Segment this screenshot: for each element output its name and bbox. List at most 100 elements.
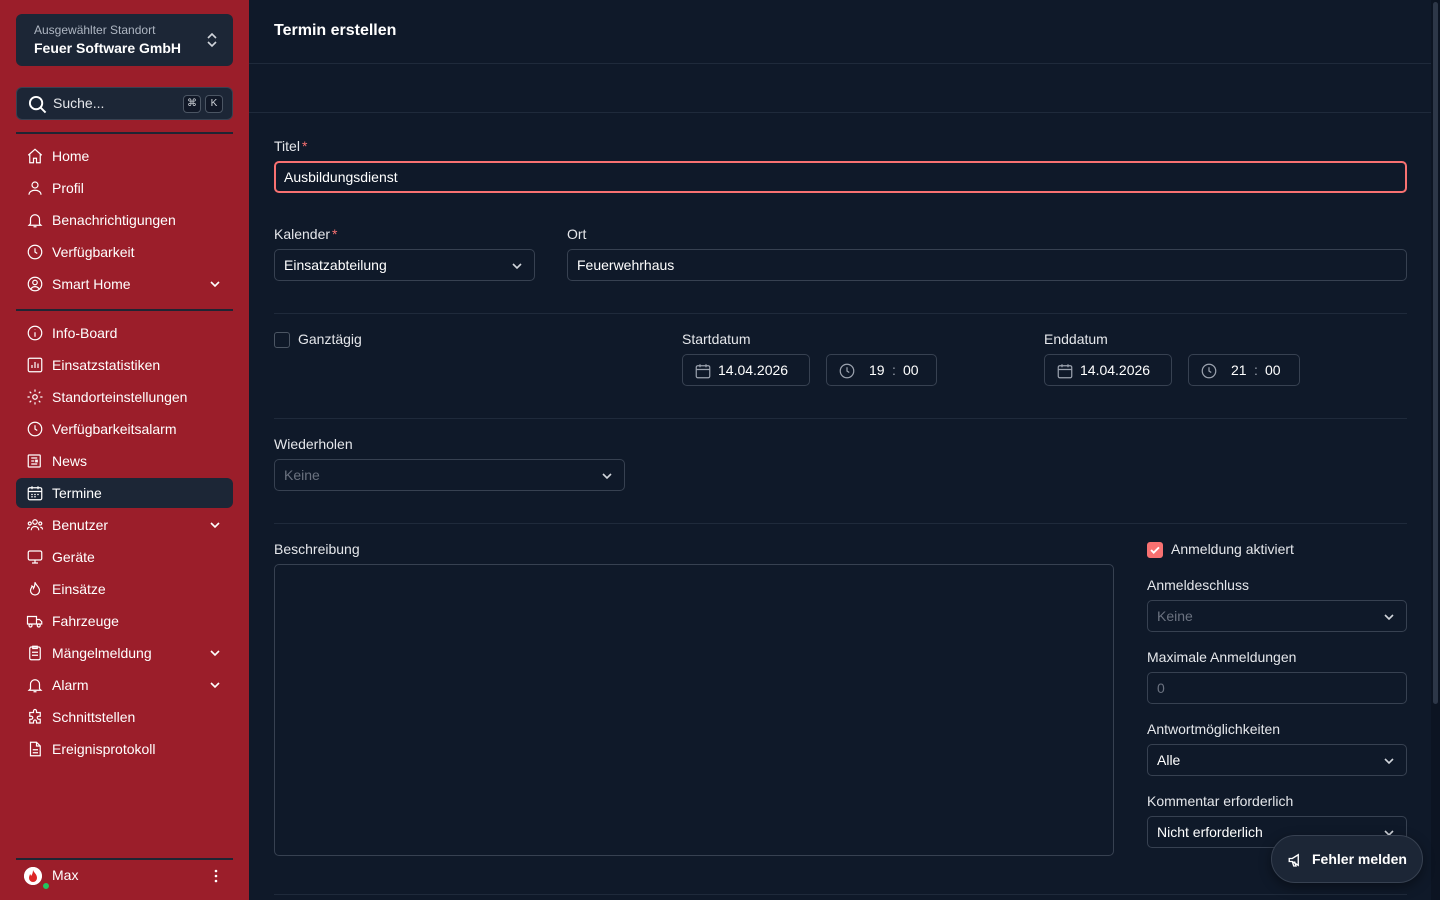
sidebar-item-maengelmeldung[interactable]: Mängelmeldung (16, 638, 233, 668)
startdatum-label: Startdatum (682, 331, 751, 347)
sidebar: Ausgewählter Standort Feuer Software Gmb… (0, 0, 249, 900)
user-circle-icon (27, 276, 43, 292)
sidebar-item-label: News (52, 453, 88, 469)
megaphone-icon (1288, 853, 1299, 867)
sidebar-item-benutzer[interactable]: Benutzer (16, 510, 233, 540)
sidebar-item-label: Profil (52, 180, 84, 196)
beschreibung-textarea[interactable] (274, 564, 1114, 856)
chevron-down-icon (512, 263, 522, 270)
toolbar-divider (249, 112, 1431, 113)
max-anmeldungen-input[interactable]: 0 (1147, 672, 1407, 704)
calendar-icon (1057, 364, 1073, 379)
max-anmeldungen-label: Maximale Anmeldungen (1147, 649, 1297, 665)
end-time-input[interactable]: 21 : 00 (1188, 354, 1300, 386)
page-scrollbar[interactable] (1431, 0, 1440, 900)
time-separator: : (1254, 362, 1258, 378)
enddatum-label: Enddatum (1044, 331, 1108, 347)
clipboard-icon (29, 645, 41, 661)
titel-label: Titel * (274, 138, 308, 154)
wiederholen-label: Wiederholen (274, 436, 353, 452)
section-divider (274, 894, 1407, 895)
chevron-down-icon (1384, 758, 1394, 765)
chart-icon (27, 357, 43, 373)
users-icon (26, 519, 44, 531)
start-time-input[interactable]: 19 : 00 (826, 354, 937, 386)
page-title: Termin erstellen (274, 22, 397, 39)
sidebar-item-standorteinstellungen[interactable]: Standorteinstellungen (16, 382, 233, 412)
sidebar-item-ereignisprotokoll[interactable]: Ereignisprotokoll (16, 734, 233, 764)
wiederholen-select[interactable]: Keine (274, 459, 625, 491)
titel-input[interactable]: Ausbildungsdienst (274, 161, 1407, 193)
start-date-input[interactable]: 14.04.2026 (682, 354, 810, 386)
end-hour[interactable]: 21 (1231, 362, 1247, 378)
start-minute[interactable]: 00 (903, 362, 919, 378)
sidebar-item-schnittstellen[interactable]: Schnittstellen (16, 702, 233, 732)
antwortmoeglichkeiten-select[interactable]: Alle (1147, 744, 1407, 776)
user-menu[interactable]: Max (16, 860, 233, 892)
calendar-icon (695, 364, 711, 379)
sidebar-item-label: Termine (52, 485, 102, 501)
avatar (24, 867, 42, 885)
sidebar-divider (16, 132, 233, 134)
clock-icon (27, 244, 43, 260)
sidebar-item-alarm[interactable]: Alarm (16, 670, 233, 700)
start-hour[interactable]: 19 (869, 362, 885, 378)
end-minute[interactable]: 00 (1265, 362, 1281, 378)
scrollbar-thumb[interactable] (1433, 2, 1438, 704)
clock-icon (27, 421, 43, 437)
report-bug-button[interactable]: Fehler melden (1271, 835, 1423, 883)
sidebar-item-verfuegbarkeitsalarm[interactable]: Verfügbarkeitsalarm (16, 414, 233, 444)
puzzle-icon (29, 708, 41, 724)
sidebar-item-label: Info-Board (52, 325, 118, 341)
search-button[interactable]: Suche... ⌘ K (16, 87, 233, 120)
location-name: Feuer Software GmbH (34, 40, 182, 56)
sidebar-item-infoboard[interactable]: Info-Board (16, 318, 233, 348)
sidebar-item-benachrichtigungen[interactable]: Benachrichtigungen (16, 205, 233, 235)
clock-icon (839, 363, 855, 379)
chevron-down-icon (1384, 614, 1394, 621)
search-icon (28, 95, 47, 114)
antwortmoeglichkeiten-label: Antwortmöglichkeiten (1147, 721, 1281, 737)
sidebar-item-einsatzstatistiken[interactable]: Einsatzstatistiken (16, 350, 233, 380)
sidebar-item-profil[interactable]: Profil (16, 173, 233, 203)
document-icon (29, 741, 41, 757)
sidebar-item-label: Verfügbarkeit (52, 244, 135, 260)
sidebar-item-smarthome[interactable]: Smart Home (16, 269, 233, 299)
sidebar-item-news[interactable]: News (16, 446, 233, 476)
sidebar-item-termine[interactable]: Termine (16, 478, 233, 508)
sidebar-item-label: Einsatzstatistiken (52, 357, 161, 373)
time-separator: : (892, 362, 896, 378)
ort-input[interactable]: Feuerwehrhaus (567, 249, 1407, 281)
sidebar-item-label: Schnittstellen (52, 709, 136, 725)
more-vertical-icon[interactable] (213, 868, 219, 884)
anmeldung-checkbox[interactable] (1147, 542, 1163, 558)
sidebar-item-home[interactable]: Home (16, 141, 233, 171)
sidebar-item-label: Einsätze (52, 581, 106, 597)
user-name: Max (52, 867, 79, 883)
sidebar-item-verfuegbarkeit[interactable]: Verfügbarkeit (16, 237, 233, 267)
sidebar-item-label: Verfügbarkeitsalarm (52, 421, 177, 437)
section-divider (274, 313, 1407, 314)
location-selector[interactable]: Ausgewählter Standort Feuer Software Gmb… (16, 14, 233, 66)
online-status-dot (41, 881, 51, 891)
chevron-down-icon (210, 682, 220, 689)
sidebar-divider (16, 309, 233, 311)
chevron-updown-icon (207, 32, 217, 48)
sidebar-item-label: Home (52, 148, 90, 164)
sidebar-item-geraete[interactable]: Geräte (16, 542, 233, 572)
ganztaegig-checkbox[interactable] (274, 332, 290, 348)
anmeldeschluss-label: Anmeldeschluss (1147, 577, 1249, 593)
end-date-input[interactable]: 14.04.2026 (1044, 354, 1172, 386)
sidebar-item-label: Standorteinstellungen (52, 389, 188, 405)
anmeldeschluss-select[interactable]: Keine (1147, 600, 1407, 632)
report-bug-label: Fehler melden (1312, 851, 1407, 867)
chevron-down-icon (210, 281, 220, 288)
kbd-k: K (205, 95, 223, 113)
home-icon (27, 148, 43, 164)
sidebar-item-fahrzeuge[interactable]: Fahrzeuge (16, 606, 233, 636)
kalender-select[interactable]: Einsatzabteilung (274, 249, 535, 281)
bell-icon (27, 214, 43, 228)
kbd-cmd: ⌘ (183, 95, 201, 113)
main-content: Termin erstellen Titel * Ausbildungsdiens… (249, 0, 1431, 900)
sidebar-item-einsaetze[interactable]: Einsätze (16, 574, 233, 604)
